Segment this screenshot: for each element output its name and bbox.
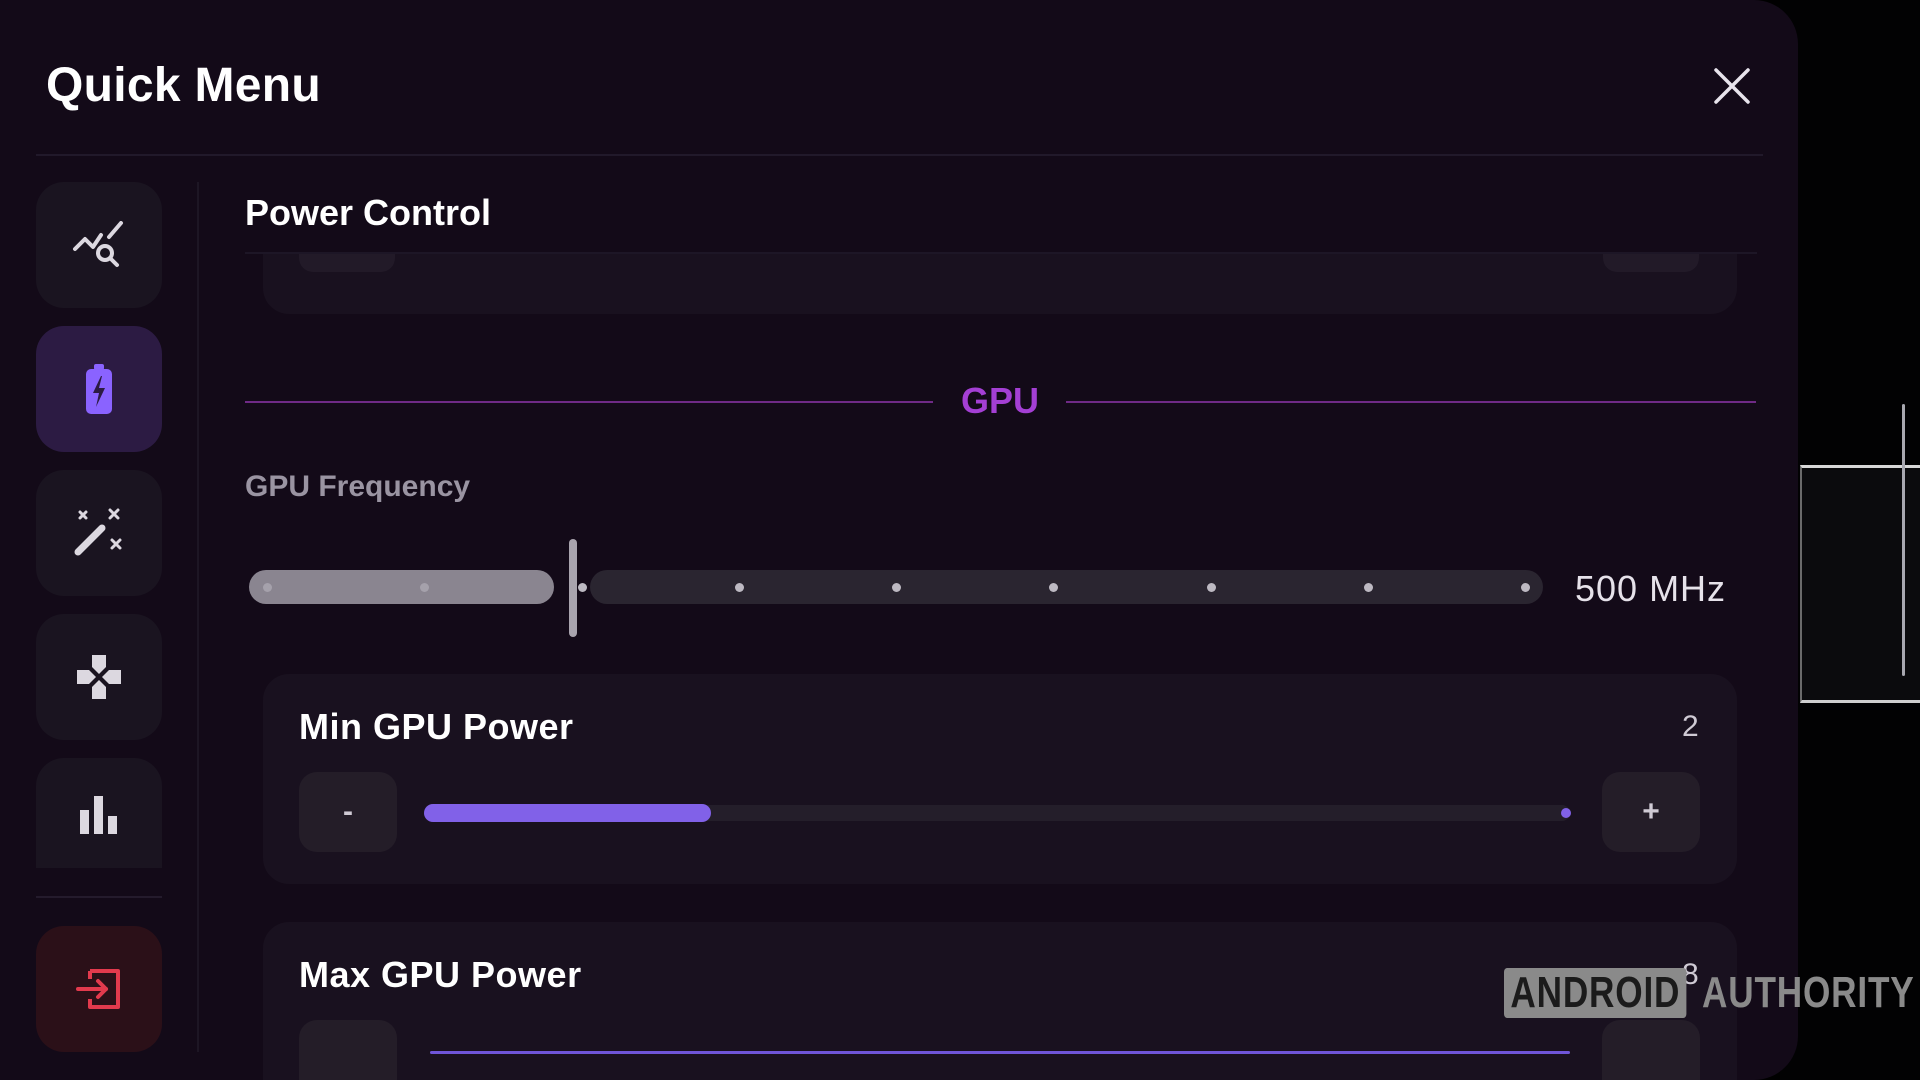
min-gpu-power-slider-fill xyxy=(424,804,711,822)
scrollbar[interactable] xyxy=(1902,404,1905,676)
gpu-frequency-track[interactable] xyxy=(590,570,1543,604)
gpu-frequency-step-dot xyxy=(1363,583,1373,592)
previous-setting-card xyxy=(263,254,1737,314)
close-button[interactable] xyxy=(1712,66,1752,106)
min-gpu-power-increase-button[interactable]: + xyxy=(1602,772,1700,852)
max-gpu-power-decrease-button[interactable] xyxy=(299,1020,397,1080)
max-gpu-power-increase-button[interactable] xyxy=(1602,1020,1700,1080)
gpu-frequency-step-dot xyxy=(1206,583,1216,592)
gpu-frequency-label: GPU Frequency xyxy=(245,470,471,503)
gpu-frequency-step-dot xyxy=(734,583,744,592)
sidebar-divider xyxy=(36,896,162,898)
exit-button[interactable] xyxy=(36,926,162,1052)
watermark: ANDROID AUTHORITY xyxy=(1504,968,1920,1018)
header-divider xyxy=(36,154,1763,156)
gpu-divider-right xyxy=(1066,401,1756,403)
min-gpu-power-slider-end xyxy=(1561,808,1571,818)
watermark-logo-text: AUTHORITY xyxy=(1702,968,1915,1017)
sidebar-item-power-control[interactable] xyxy=(36,326,162,452)
performance-monitor-icon xyxy=(73,221,123,267)
min-gpu-power-value: 2 xyxy=(1682,710,1699,743)
gpu-frequency-step-dot xyxy=(892,583,901,592)
gpu-frequency-step-dot xyxy=(263,583,272,592)
gpu-frequency-value: 500 MHz xyxy=(1575,568,1727,609)
section-title: Power Control xyxy=(245,192,492,233)
exit-icon xyxy=(76,969,120,1009)
max-gpu-power-label: Max GPU Power xyxy=(299,954,582,995)
bar-chart-icon xyxy=(80,796,117,834)
min-gpu-power-label: Min GPU Power xyxy=(299,706,574,747)
gpu-frequency-step-dot xyxy=(577,583,587,592)
sidebar-item-enhancements[interactable] xyxy=(36,470,162,596)
gpu-frequency-thumb[interactable] xyxy=(569,539,577,637)
gamepad-icon xyxy=(77,655,121,699)
watermark-logo-box: ANDROID xyxy=(1504,968,1687,1018)
sidebar-item-performance[interactable] xyxy=(36,182,162,308)
gpu-heading: GPU xyxy=(960,380,1039,421)
page-title: Quick Menu xyxy=(46,59,322,112)
sidebar-separator xyxy=(197,182,199,1052)
quick-menu-panel: Quick Menu Power Control GPU GPU Frequen… xyxy=(0,0,1798,1080)
close-icon xyxy=(1714,68,1750,104)
sidebar-item-controller[interactable] xyxy=(36,614,162,740)
gpu-frequency-track-filled[interactable] xyxy=(249,570,554,604)
min-gpu-power-decrease-button[interactable]: - xyxy=(299,772,397,852)
sidebar-item-statistics[interactable] xyxy=(36,758,162,868)
gpu-divider-left xyxy=(245,401,933,403)
gpu-frequency-step-dot xyxy=(1521,583,1530,592)
magic-wand-icon xyxy=(74,508,122,556)
battery-charging-icon xyxy=(86,364,112,414)
max-gpu-power-slider[interactable] xyxy=(430,1051,1570,1054)
previous-plus-button[interactable] xyxy=(1603,254,1699,272)
previous-minus-button[interactable] xyxy=(299,254,395,272)
